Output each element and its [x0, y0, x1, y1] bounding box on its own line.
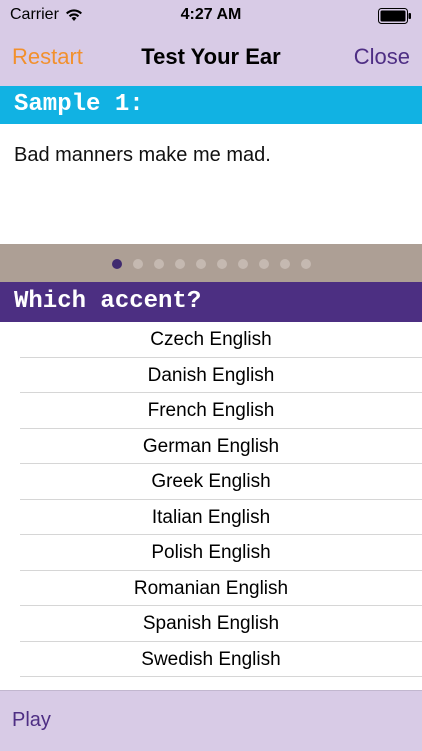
accent-option-french[interactable]: French English: [0, 393, 422, 429]
sample-sentence: Bad manners make me mad.: [14, 144, 271, 166]
navigation-bar: Restart Test Your Ear Close: [0, 40, 422, 74]
page-dot: [174, 259, 185, 269]
accent-option-romanian[interactable]: Romanian English: [0, 571, 422, 607]
page-dot: [258, 259, 269, 269]
page-dot: [153, 259, 164, 269]
page-dot: [237, 259, 248, 269]
accent-option-polish[interactable]: Polish English: [0, 535, 422, 571]
page-dot: [195, 259, 206, 269]
accent-list: Czech English Danish English French Engl…: [0, 322, 422, 677]
page-dot: [132, 259, 143, 269]
bottom-toolbar: Play: [0, 690, 422, 751]
accent-option-spanish[interactable]: Spanish English: [0, 606, 422, 642]
accent-option-swedish[interactable]: Swedish English: [0, 642, 422, 678]
page-indicator-bar: [0, 244, 422, 282]
accent-option-greek[interactable]: Greek English: [0, 464, 422, 500]
page-dot: [111, 259, 122, 269]
clock: 4:27 AM: [180, 6, 242, 23]
sample-header-bar: Sample 1:: [0, 86, 422, 124]
question-header: Which accent?: [14, 288, 202, 315]
status-bar: Carrier 4:27 AM: [0, 0, 422, 30]
battery-icon: [378, 8, 411, 24]
accent-option-german[interactable]: German English: [0, 429, 422, 465]
play-button[interactable]: Play: [12, 709, 51, 732]
top-bar: Carrier 4:27 AM Restart Test Your Ear Cl…: [0, 0, 422, 86]
accent-option-italian[interactable]: Italian English: [0, 500, 422, 536]
question-header-bar: Which accent?: [0, 282, 422, 322]
page-indicator[interactable]: [0, 259, 422, 269]
page-dot: [300, 259, 311, 269]
sample-header: Sample 1:: [14, 91, 144, 118]
page-dot: [216, 259, 227, 269]
page-dot: [279, 259, 290, 269]
restart-button[interactable]: Restart: [12, 44, 83, 70]
close-button[interactable]: Close: [354, 44, 410, 70]
accent-option-czech[interactable]: Czech English: [0, 322, 422, 358]
accent-option-danish[interactable]: Danish English: [0, 358, 422, 394]
